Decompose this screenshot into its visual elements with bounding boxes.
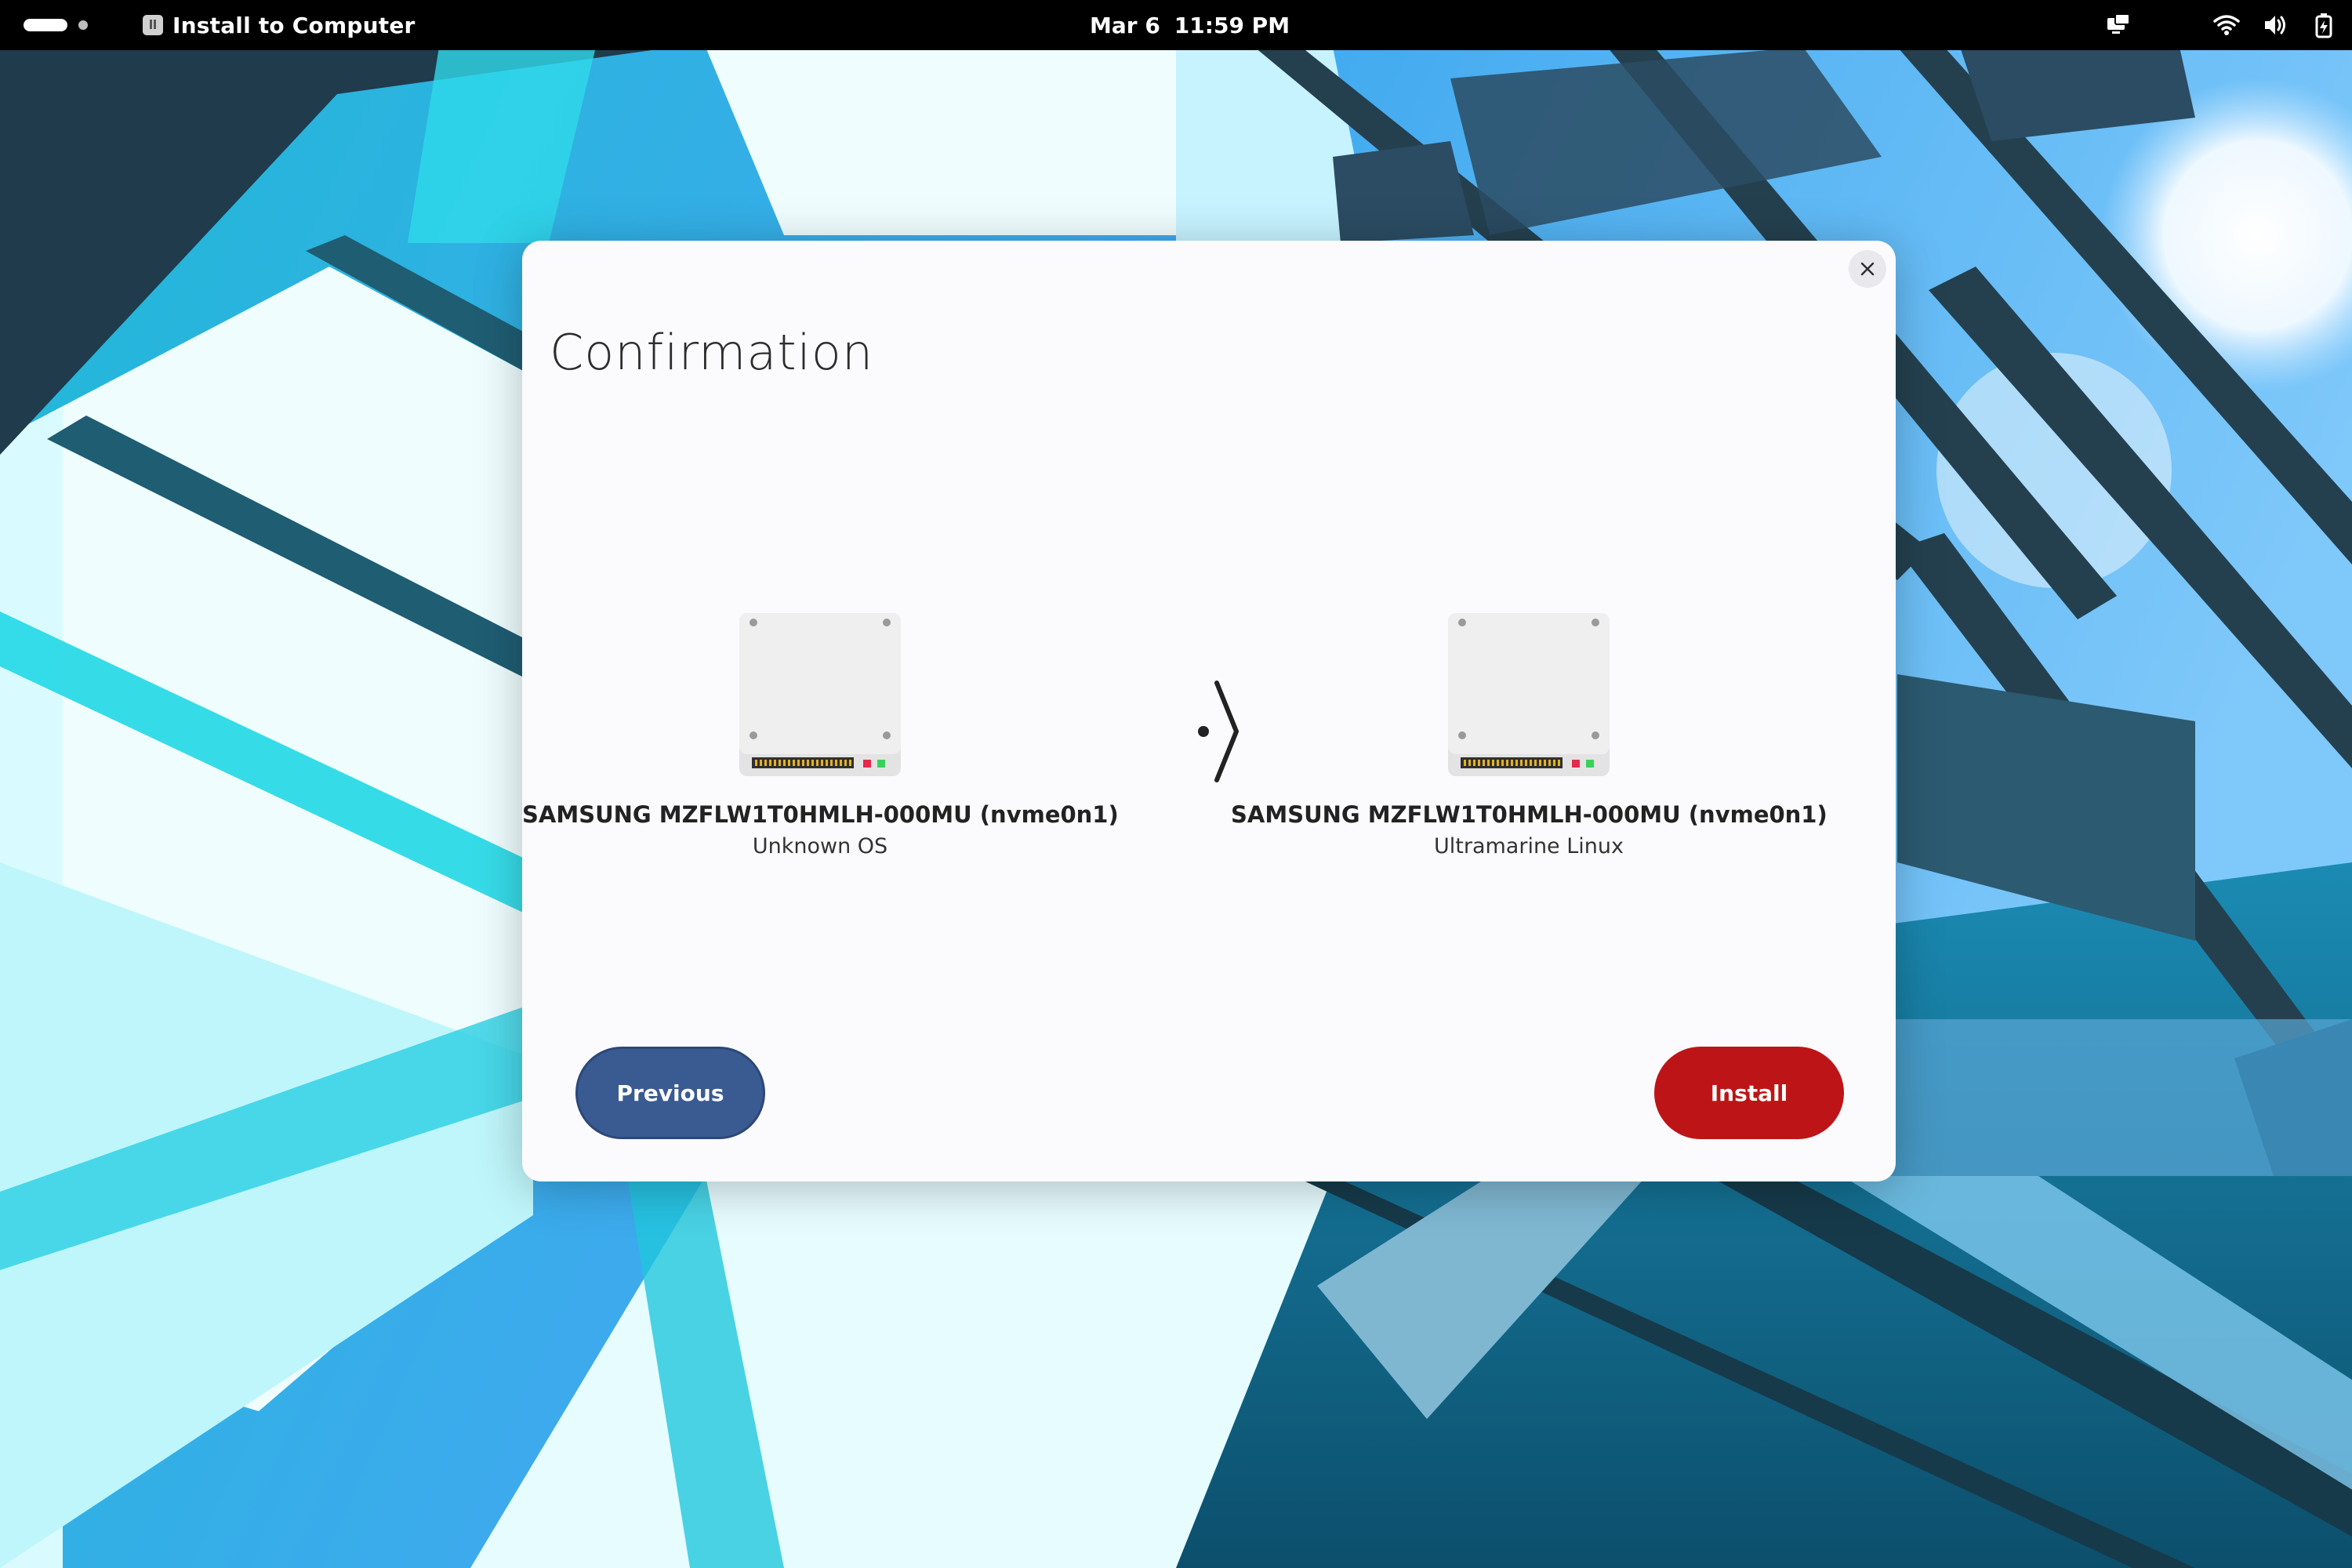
install-button[interactable]: Install	[1654, 1047, 1844, 1139]
system-tray[interactable]	[2104, 0, 2338, 50]
app-title: Install to Computer	[172, 12, 416, 38]
source-disk-name: SAMSUNG MZFLW1T0HMLH-000MU (nvme0n1)	[522, 801, 1119, 828]
source-disk: SAMSUNG MZFLW1T0HMLH-000MU (nvme0n1) Unk…	[522, 612, 1119, 858]
clock-date: Mar 6	[1090, 12, 1160, 38]
target-disk: SAMSUNG MZFLW1T0HMLH-000MU (nvme0n1) Ult…	[1231, 612, 1828, 858]
previous-button[interactable]: Previous	[575, 1047, 765, 1139]
workspace-indicator-active	[24, 19, 67, 31]
dialog-title: Confirmation	[550, 324, 874, 381]
target-os-label: Ultramarine Linux	[1434, 834, 1624, 858]
app-menu[interactable]: Install to Computer	[143, 0, 416, 50]
wifi-icon	[2213, 15, 2240, 35]
close-icon	[1860, 262, 1875, 276]
screen-sharing-icon[interactable]	[2104, 11, 2132, 39]
clock-time: 11:59 PM	[1174, 12, 1290, 38]
installer-app-icon	[143, 15, 163, 35]
top-bar: Install to Computer Mar 6 11:59 PM	[0, 0, 2352, 50]
close-button[interactable]	[1849, 250, 1886, 288]
clock[interactable]: Mar 6 11:59 PM	[1090, 0, 1290, 50]
activities-button[interactable]	[24, 17, 88, 33]
installer-dialog: Confirmation SAMSUNG MZFLW1T0HMLH-000MU …	[522, 241, 1896, 1181]
source-os-label: Unknown OS	[752, 834, 888, 858]
workspace-indicator	[78, 20, 88, 30]
battery-icon	[2315, 13, 2332, 38]
hard-drive-icon	[1448, 613, 1610, 776]
hard-drive-icon	[739, 613, 901, 776]
target-disk-name: SAMSUNG MZFLW1T0HMLH-000MU (nvme0n1)	[1231, 801, 1828, 828]
desktop: Install to Computer Mar 6 11:59 PM Confi…	[0, 0, 2352, 1568]
volume-icon	[2265, 16, 2285, 34]
